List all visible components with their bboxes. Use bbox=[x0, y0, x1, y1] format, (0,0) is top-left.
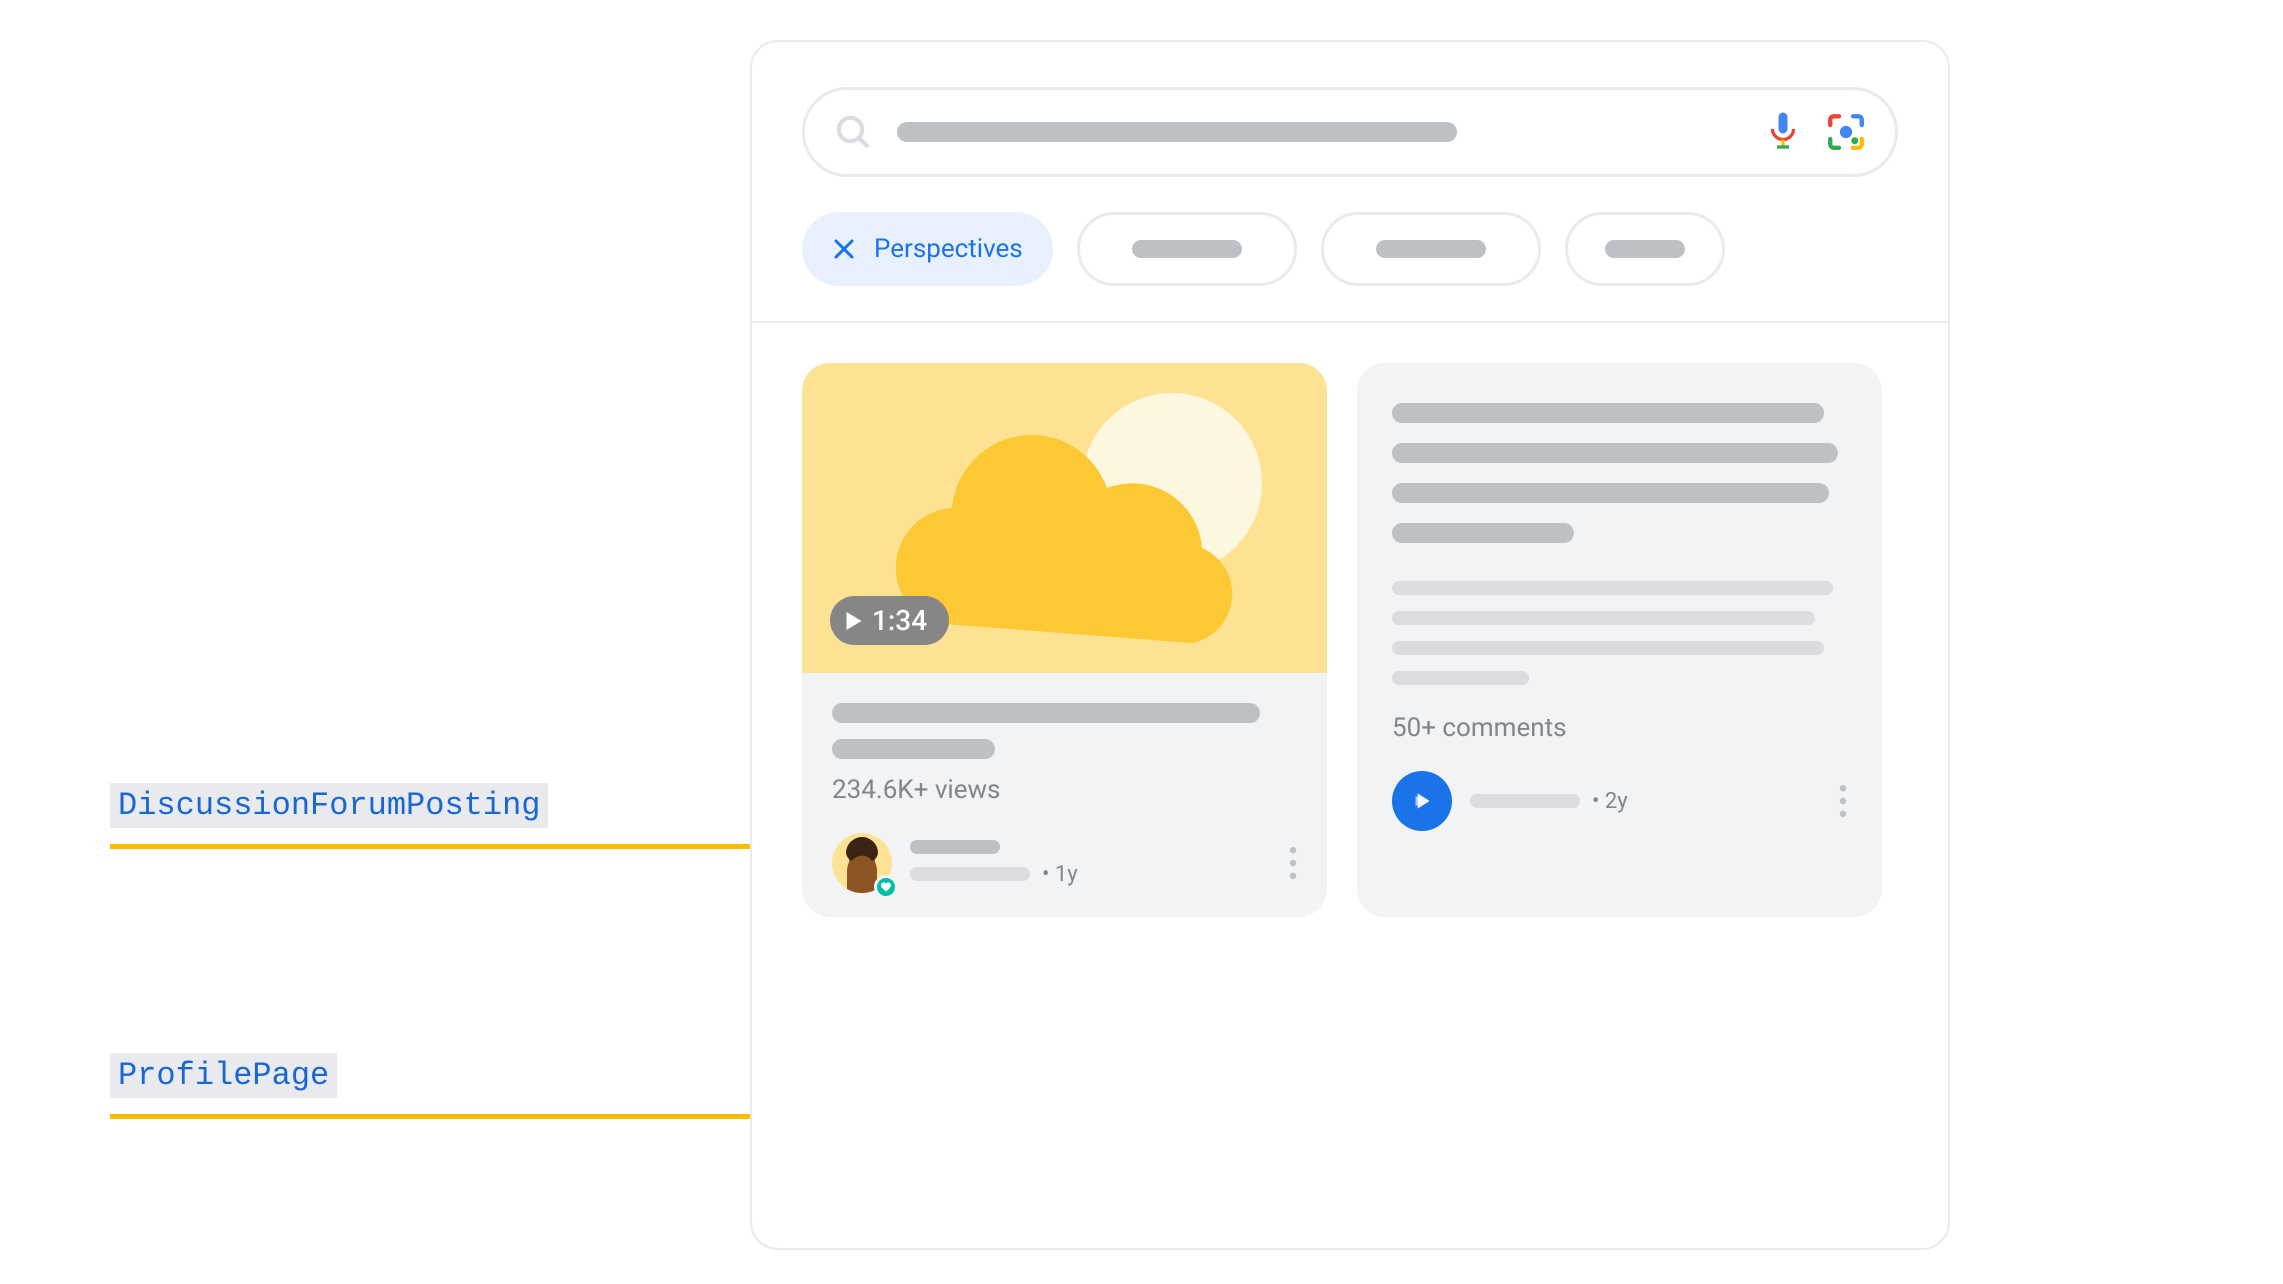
search-icon bbox=[833, 112, 873, 152]
byline-text: • 2y bbox=[1470, 789, 1821, 814]
body-placeholder-line bbox=[1392, 671, 1529, 685]
title-placeholder-line bbox=[832, 703, 1260, 723]
play-icon bbox=[1409, 788, 1435, 814]
tab-perspectives-label: Perspectives bbox=[874, 234, 1023, 264]
tab-placeholder-3[interactable] bbox=[1565, 212, 1725, 286]
play-icon bbox=[846, 612, 862, 630]
comments-count: 50+ comments bbox=[1392, 713, 1847, 743]
timestamp: • 2y bbox=[1592, 789, 1628, 814]
card-body: 50+ comments • 2y bbox=[1357, 363, 1882, 855]
author-name-placeholder bbox=[910, 840, 1000, 854]
result-card-post[interactable]: 50+ comments • 2y bbox=[1357, 363, 1882, 917]
body-placeholder-line bbox=[1392, 581, 1833, 595]
card-body: 234.6K+ views bbox=[802, 673, 1327, 917]
search-query-placeholder bbox=[897, 122, 1457, 142]
results-cards: 1:34 234.6K+ views bbox=[752, 323, 1948, 917]
title-placeholder-line bbox=[1392, 523, 1574, 543]
video-thumbnail: 1:34 bbox=[802, 363, 1327, 673]
byline-text: • 1y bbox=[910, 840, 1271, 887]
placeholder-bar bbox=[1376, 240, 1486, 258]
author-handle-placeholder bbox=[910, 867, 1030, 881]
title-placeholder-line bbox=[832, 739, 995, 759]
camera-lens-icon[interactable] bbox=[1825, 111, 1867, 153]
annotation-discussion-label: DiscussionForumPosting bbox=[110, 783, 548, 828]
more-menu-icon[interactable] bbox=[1289, 847, 1297, 879]
placeholder-bar bbox=[1132, 240, 1242, 258]
body-placeholder-line bbox=[1392, 641, 1824, 655]
avatar-wrap bbox=[832, 833, 892, 893]
tab-placeholder-1[interactable] bbox=[1077, 212, 1297, 286]
tab-perspectives-active[interactable]: Perspectives bbox=[802, 212, 1053, 286]
video-duration-text: 1:34 bbox=[872, 604, 927, 637]
author-byline[interactable]: • 1y bbox=[832, 833, 1297, 893]
annotation-profile: ProfilePage bbox=[110, 1053, 337, 1110]
author-byline[interactable]: • 2y bbox=[1392, 771, 1847, 831]
title-placeholder-line bbox=[1392, 483, 1829, 503]
title-placeholder-line bbox=[1392, 443, 1838, 463]
verified-badge-icon bbox=[874, 875, 898, 899]
timestamp: • 1y bbox=[1042, 862, 1078, 887]
placeholder-bar bbox=[1605, 240, 1685, 258]
video-duration-badge: 1:34 bbox=[830, 596, 949, 645]
body-placeholder-line bbox=[1392, 611, 1815, 625]
views-count: 234.6K+ views bbox=[832, 775, 1297, 805]
tabs-row: Perspectives bbox=[802, 212, 1948, 286]
annotation-profile-line bbox=[110, 1114, 858, 1119]
tab-placeholder-2[interactable] bbox=[1321, 212, 1541, 286]
search-results-mockup: Perspectives 1:34 234.6K+ vie bbox=[750, 40, 1950, 1250]
more-menu-icon[interactable] bbox=[1839, 785, 1847, 817]
result-card-video[interactable]: 1:34 234.6K+ views bbox=[802, 363, 1327, 917]
source-icon bbox=[1392, 771, 1452, 831]
annotation-profile-label: ProfilePage bbox=[110, 1053, 337, 1098]
mic-icon[interactable] bbox=[1765, 111, 1801, 153]
annotation-discussion: DiscussionForumPosting bbox=[110, 783, 548, 840]
search-bar[interactable] bbox=[802, 87, 1898, 177]
source-name-placeholder bbox=[1470, 794, 1580, 808]
title-placeholder-line bbox=[1392, 403, 1824, 423]
close-icon[interactable] bbox=[832, 237, 856, 261]
